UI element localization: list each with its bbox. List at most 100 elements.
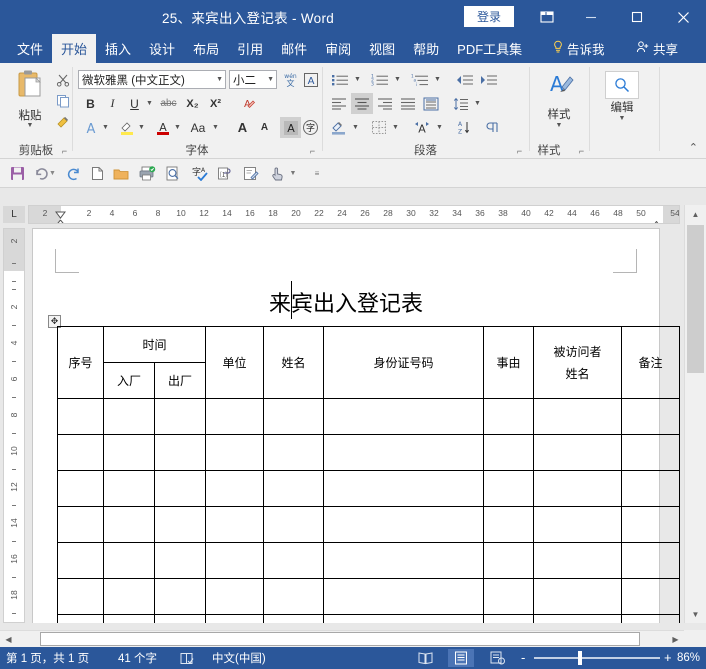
header-cell-unit[interactable]: 单位: [205, 326, 265, 399]
print-layout-icon[interactable]: [448, 649, 474, 667]
table-row[interactable]: [57, 398, 680, 435]
table-cell[interactable]: [483, 614, 535, 623]
table-cell[interactable]: [621, 542, 680, 579]
table-cell[interactable]: [621, 470, 680, 507]
proofing-errors-icon[interactable]: [176, 647, 198, 669]
numbering-chevron-down-icon[interactable]: ▼: [392, 69, 403, 90]
read-mode-icon[interactable]: [412, 649, 438, 667]
table-cell[interactable]: [533, 470, 623, 507]
table-header-row-1[interactable]: 序号 时间 单位 姓名 身份证号码 事由 被访问者 姓名 备注: [57, 326, 680, 399]
scroll-up-icon[interactable]: ▲: [685, 205, 706, 223]
copy-icon[interactable]: [52, 91, 74, 111]
font-color-chevron-down-icon[interactable]: ▼: [172, 117, 183, 138]
line-spacing-icon[interactable]: [450, 93, 472, 114]
touch-mode-icon[interactable]: [266, 163, 288, 184]
change-case-button[interactable]: Aa: [186, 117, 210, 138]
minimize-icon[interactable]: [568, 0, 614, 34]
zoom-slider-thumb[interactable]: [578, 651, 582, 665]
tab-mailings[interactable]: 邮件: [272, 34, 316, 63]
shading-chevron-down-icon[interactable]: ▼: [350, 117, 361, 138]
cut-icon[interactable]: [52, 70, 74, 90]
table-cell[interactable]: [483, 506, 535, 543]
header-cell-time-in[interactable]: 入厂: [103, 362, 155, 399]
table-cell[interactable]: [323, 434, 485, 471]
table-cell[interactable]: [323, 578, 485, 615]
guest-log-table[interactable]: 序号 时间 单位 姓名 身份证号码 事由 被访问者 姓名 备注 入厂 出厂: [57, 326, 680, 623]
table-cell[interactable]: [483, 434, 535, 471]
new-document-icon[interactable]: [86, 163, 108, 184]
styles-caret-icon[interactable]: ▼: [556, 122, 563, 129]
document-canvas[interactable]: 来宾出入登记表 ✥ 序号 时间 单位 姓名 身份证号码 事由 被访问者 姓名 备…: [28, 228, 680, 623]
edit-document-icon[interactable]: [240, 163, 262, 184]
table-cell[interactable]: [621, 614, 680, 623]
strikethrough-button[interactable]: abc: [158, 93, 179, 114]
grow-font-button[interactable]: A: [232, 117, 253, 138]
font-color-icon[interactable]: A: [152, 117, 173, 138]
table-cell[interactable]: [103, 578, 155, 615]
customize-qat-icon[interactable]: ≡: [310, 163, 324, 184]
table-cell[interactable]: [621, 578, 680, 615]
scroll-down-icon[interactable]: ▼: [685, 605, 706, 623]
table-cell[interactable]: [57, 506, 104, 543]
paragraph-dialog-launcher[interactable]: ⌐: [514, 146, 525, 157]
multilevel-list-icon[interactable]: 1ai: [408, 69, 432, 90]
table-cell[interactable]: [533, 614, 623, 623]
chevron-down-icon[interactable]: ▼: [267, 76, 274, 83]
table-cell[interactable]: [205, 614, 265, 623]
table-cell[interactable]: [205, 434, 265, 471]
table-cell[interactable]: [483, 542, 535, 579]
header-cell-seq[interactable]: 序号: [57, 326, 104, 399]
bullets-chevron-down-icon[interactable]: ▼: [352, 69, 363, 90]
table-cell[interactable]: [205, 506, 265, 543]
tab-file[interactable]: 文件: [8, 34, 52, 63]
maximize-icon[interactable]: [614, 0, 660, 34]
table-cell[interactable]: [533, 398, 623, 435]
left-indent-marker[interactable]: [55, 218, 66, 223]
zoom-slider-track[interactable]: [534, 657, 660, 659]
underline-button[interactable]: U: [124, 93, 145, 114]
table-cell[interactable]: [57, 614, 104, 623]
header-cell-name[interactable]: 姓名: [263, 326, 325, 399]
table-cell[interactable]: [103, 506, 155, 543]
header-cell-id[interactable]: 身份证号码: [323, 326, 485, 399]
multilevel-chevron-down-icon[interactable]: ▼: [432, 69, 443, 90]
table-cell[interactable]: [263, 506, 325, 543]
phonetic-guide-icon[interactable]: wén 文: [280, 69, 301, 90]
word-count[interactable]: 41 个字: [118, 647, 157, 669]
font-size-combo[interactable]: 小二 ▼: [229, 70, 277, 89]
header-cell-time-out[interactable]: 出厂: [153, 362, 207, 399]
asian-layout-chevron-down-icon[interactable]: ▼: [434, 117, 445, 138]
web-layout-icon[interactable]: [484, 649, 510, 667]
distribute-text-icon[interactable]: [420, 93, 442, 114]
table-cell[interactable]: [153, 578, 207, 615]
table-cell[interactable]: [323, 398, 485, 435]
tab-insert[interactable]: 插入: [96, 34, 140, 63]
table-cell[interactable]: [205, 470, 265, 507]
decrease-indent-icon[interactable]: [454, 69, 476, 90]
touch-mode-chevron-down-icon[interactable]: ▼: [288, 163, 298, 184]
scroll-right-icon[interactable]: ▶: [667, 631, 684, 647]
close-icon[interactable]: [660, 0, 706, 34]
ribbon-display-options-icon[interactable]: [524, 0, 570, 34]
underline-chevron-down-icon[interactable]: ▼: [144, 93, 155, 114]
tab-references[interactable]: 引用: [228, 34, 272, 63]
chevron-down-icon[interactable]: ▼: [216, 76, 223, 83]
table-row[interactable]: [57, 614, 680, 623]
table-cell[interactable]: [103, 470, 155, 507]
bullet-list-icon[interactable]: [328, 69, 352, 90]
table-cell[interactable]: [621, 506, 680, 543]
borders-chevron-down-icon[interactable]: ▼: [390, 117, 401, 138]
header-cell-visitee[interactable]: 被访问者 姓名: [533, 326, 623, 399]
table-cell[interactable]: [323, 470, 485, 507]
horizontal-scrollbar[interactable]: ◀ ▶: [0, 630, 684, 647]
document-title[interactable]: 来宾出入登记表: [33, 286, 659, 318]
numbered-list-icon[interactable]: 123: [368, 69, 392, 90]
collapse-ribbon-icon[interactable]: ⌃: [689, 141, 698, 154]
show-paragraph-marks-icon[interactable]: [482, 117, 504, 138]
spelling-check-icon[interactable]: 字A: [188, 163, 210, 184]
table-cell[interactable]: [483, 470, 535, 507]
table-cell[interactable]: [263, 434, 325, 471]
table-cell[interactable]: [205, 578, 265, 615]
print-preview-icon[interactable]: [162, 163, 184, 184]
zoom-in-button[interactable]: +: [664, 650, 672, 665]
